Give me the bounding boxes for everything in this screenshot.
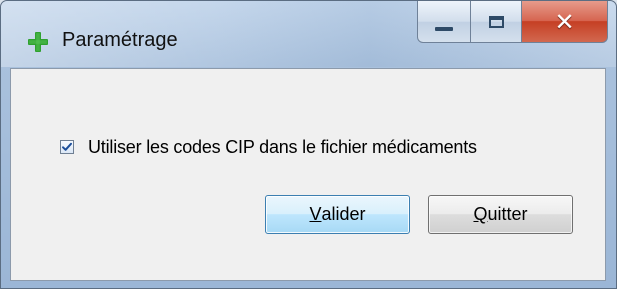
minimize-icon bbox=[435, 27, 453, 31]
cip-codes-checkbox[interactable] bbox=[60, 140, 74, 154]
dialog-body: Utiliser les codes CIP dans le fichier m… bbox=[10, 68, 606, 281]
validate-accesskey: V bbox=[309, 204, 322, 224]
settings-window: Paramétrage ✕ Utiliser les codes CIP dan… bbox=[0, 0, 617, 289]
plus-app-icon bbox=[28, 32, 48, 52]
validate-button[interactable]: Valider bbox=[265, 195, 410, 234]
cip-codes-label: Utiliser les codes CIP dans le fichier m… bbox=[88, 137, 477, 157]
validate-label-rest: alider bbox=[321, 204, 366, 224]
maximize-button[interactable] bbox=[471, 1, 522, 43]
quit-accesskey: Q bbox=[473, 204, 488, 224]
close-button[interactable]: ✕ bbox=[522, 1, 608, 43]
checkmark-icon bbox=[62, 142, 72, 151]
title-bar[interactable]: Paramétrage ✕ bbox=[1, 1, 616, 67]
quit-label-rest: uitter bbox=[487, 204, 528, 224]
caption-controls: ✕ bbox=[417, 1, 608, 45]
minimize-button[interactable] bbox=[417, 1, 471, 43]
close-icon: ✕ bbox=[554, 7, 575, 36]
maximize-icon bbox=[488, 15, 504, 28]
quit-button[interactable]: Quitter bbox=[428, 195, 573, 234]
cip-codes-option[interactable]: Utiliser les codes CIP dans le fichier m… bbox=[60, 137, 477, 157]
window-title: Paramétrage bbox=[62, 29, 178, 51]
